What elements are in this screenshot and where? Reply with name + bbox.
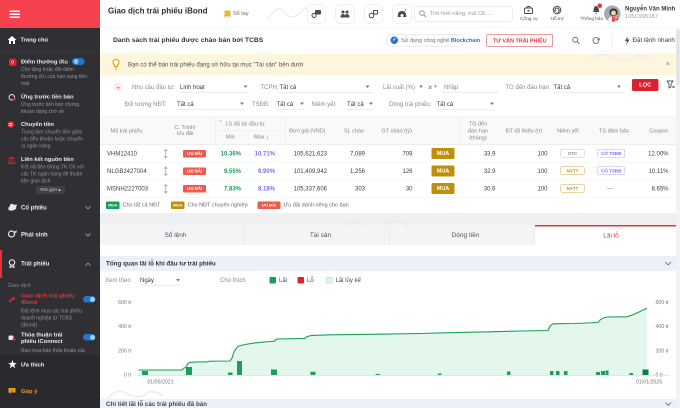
svg-text:600 tr: 600 tr	[118, 300, 132, 306]
svg-text:200 tr: 200 tr	[656, 349, 670, 355]
svg-text:600 tr: 600 tr	[656, 300, 670, 306]
svg-text:01/01/2025: 01/01/2025	[636, 380, 662, 386]
svg-text:01/05/2021: 01/05/2021	[147, 380, 173, 386]
svg-text:400 tr: 400 tr	[656, 324, 670, 330]
svg-text:200 tr: 200 tr	[118, 349, 132, 355]
svg-text:0 tr: 0 tr	[124, 373, 132, 379]
svg-text:400 tr: 400 tr	[118, 324, 132, 330]
